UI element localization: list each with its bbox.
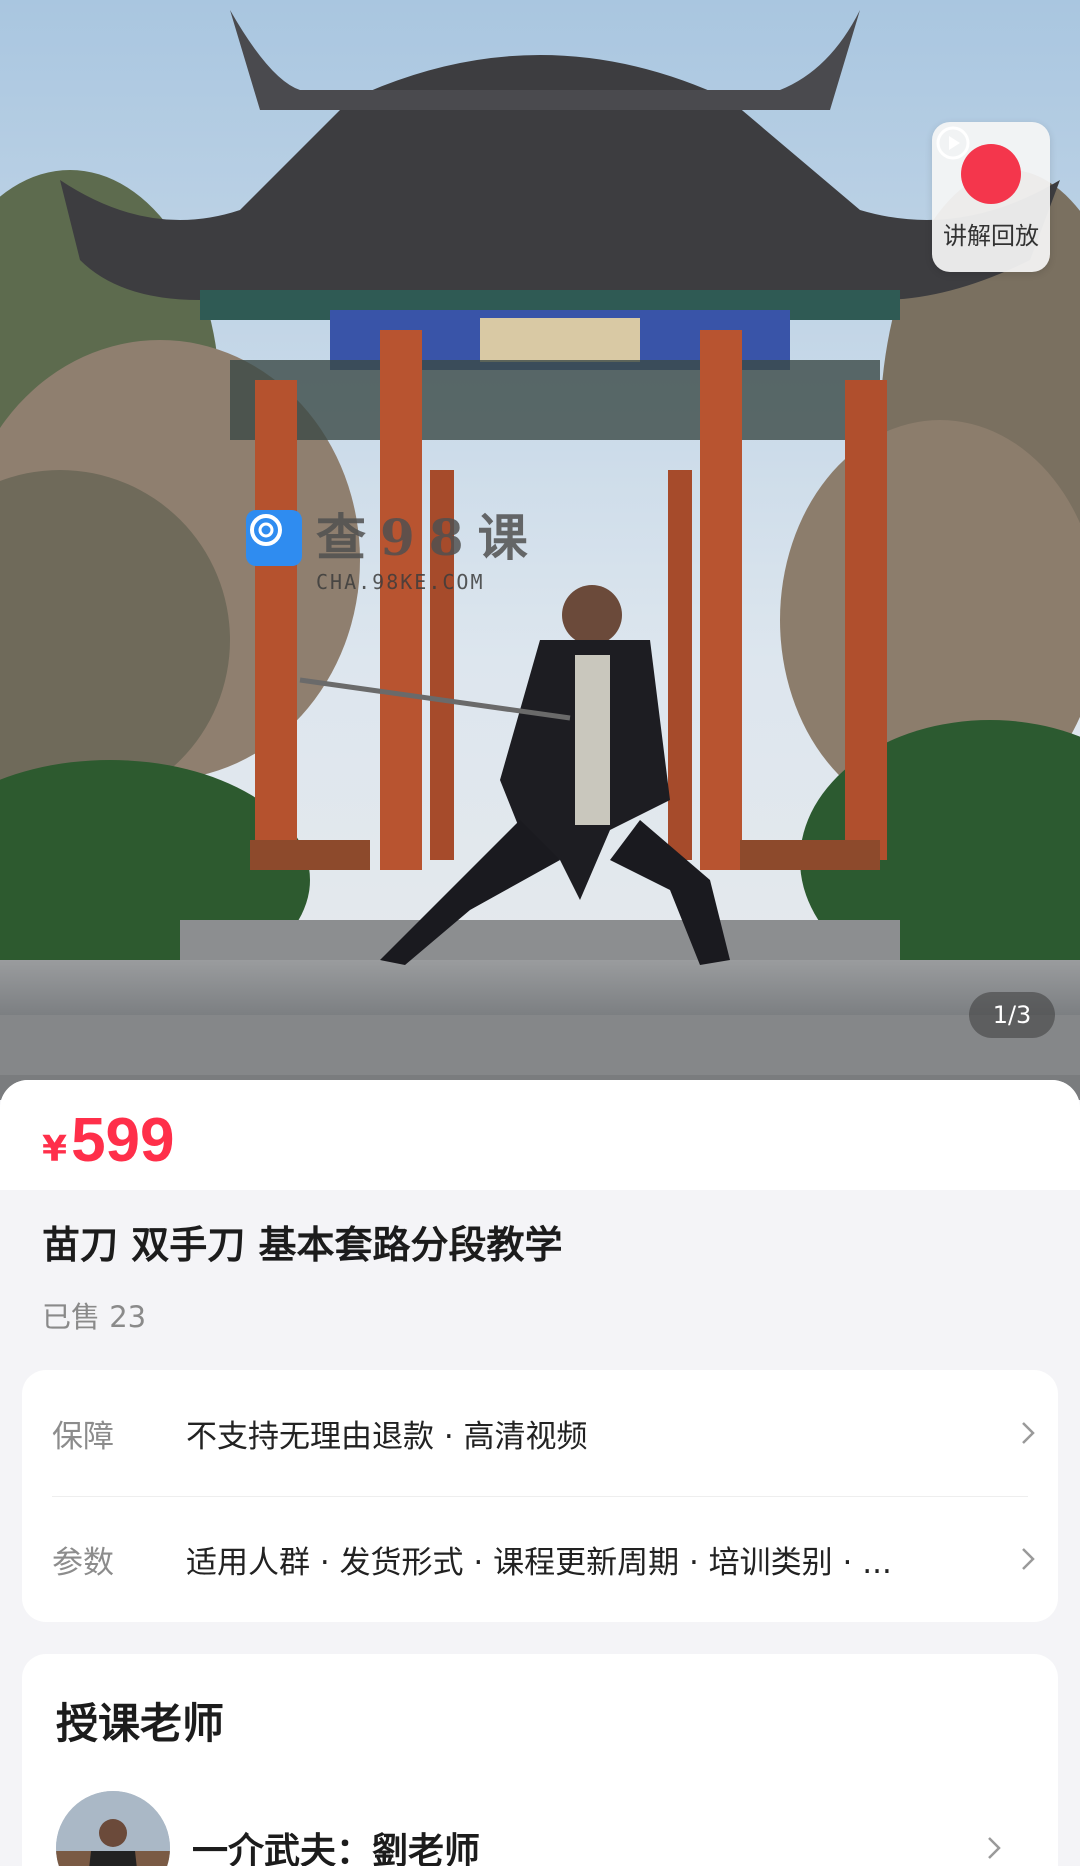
teacher-card: 授课老师 一介武夫：劉老师 [22,1654,1058,1866]
price-value: 599 [71,1106,175,1175]
teacher-heading: 授课老师 [56,1699,225,1748]
watermark: 查98课 CHA.98KE.COM [246,510,542,594]
service-card: 保障 不支持无理由退款 · 高清视频 参数 适用人群 · 发货形式 · 课程更新… [22,1370,1058,1622]
price: ¥ 599 [42,1110,1038,1172]
replay-label: 讲解回放 [943,221,1039,250]
price-currency: ¥ [42,1129,68,1170]
guarantee-value: 不支持无理由退款 · 高清视频 [186,1418,588,1455]
avatar [56,1791,170,1866]
watermark-title: 查98课 [316,508,542,567]
product-info-panel: ¥ 599 苗刀 双手刀 基本套路分段教学 已售 23 保障 不支持无理由退款 … [0,1080,1080,1866]
teacher-row[interactable]: 一介武夫：劉老师 [56,1791,1024,1866]
sold-count: 已售 23 [42,1300,147,1334]
price-block: ¥ 599 [0,1080,1080,1190]
params-row[interactable]: 参数 适用人群 · 发货形式 · 课程更新周期 · 培训类别 · ... [22,1496,1058,1622]
product-title: 苗刀 双手刀 基本套路分段教学 [42,1223,563,1267]
params-value: 适用人群 · 发货形式 · 课程更新周期 · 培训类别 · ... [186,1544,892,1581]
watermark-logo-icon [246,510,302,566]
chevron-right-icon [964,1834,1024,1862]
product-gallery[interactable]: 讲解回放 查98课 CHA.98KE.COM 1/3 [0,0,1080,1100]
watermark-subtitle: CHA.98KE.COM [316,570,485,594]
guarantee-row[interactable]: 保障 不支持无理由退款 · 高清视频 [22,1370,1058,1496]
chevron-right-icon [998,1545,1058,1573]
params-key: 参数 [52,1544,114,1581]
teacher-name: 一介武夫：劉老师 [192,1831,481,1866]
chevron-right-icon [998,1419,1058,1447]
guarantee-key: 保障 [52,1418,114,1455]
replay-button[interactable]: 讲解回放 [932,122,1050,272]
title-block: 苗刀 双手刀 基本套路分段教学 已售 23 [0,1190,1080,1336]
play-circle-icon [936,126,1021,204]
gallery-pager: 1/3 [969,992,1055,1038]
